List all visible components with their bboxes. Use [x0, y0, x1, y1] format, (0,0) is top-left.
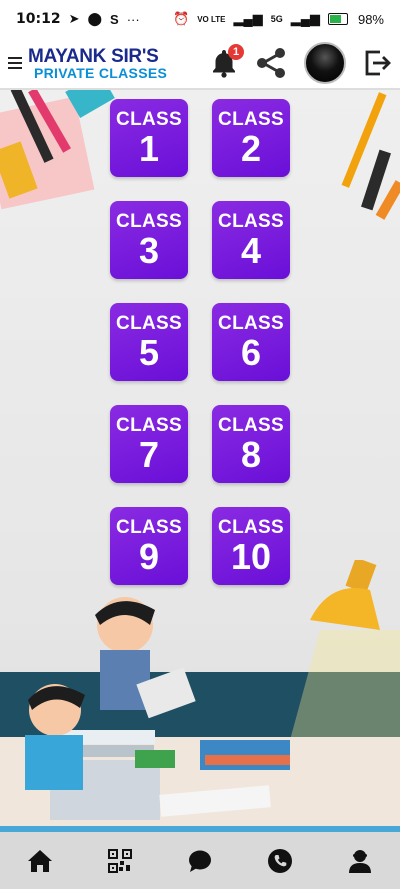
class-word: CLASS	[116, 312, 182, 334]
location-icon: ⬤	[87, 11, 103, 26]
logout-icon[interactable]	[362, 48, 392, 78]
notification-button[interactable]: 1	[210, 44, 244, 78]
class-number: 10	[230, 535, 272, 577]
class-button-9[interactable]: CLASS 9	[110, 507, 188, 585]
class-word: CLASS	[218, 210, 284, 232]
telegram-icon: ➤	[68, 11, 80, 26]
class-grid: CLASS 1 CLASS 2 CLASS 3 CLASS 4 CLASS 5 …	[110, 99, 292, 585]
5g-label: 5G	[270, 14, 283, 24]
notification-badge: 1	[228, 44, 244, 60]
class-button-10[interactable]: CLASS 10	[212, 507, 290, 585]
class-number: 6	[240, 331, 262, 373]
class-button-5[interactable]: CLASS 5	[110, 303, 188, 381]
class-word: CLASS	[218, 108, 284, 130]
class-number: 8	[240, 433, 262, 475]
lte-label: VO LTE	[197, 14, 226, 24]
pencil-illustration	[341, 92, 400, 220]
stationery-illustration	[0, 90, 115, 210]
avatar[interactable]	[304, 42, 346, 84]
class-number: 1	[138, 127, 160, 169]
desk-lamp-illustration	[290, 560, 400, 740]
class-number: 5	[138, 331, 160, 373]
status-bar: 10:12 ➤ ⬤ S ··· ⏰ VO LTE ▂▄▆ 5G ▂▄▆ 98%	[0, 0, 400, 38]
nav-qr[interactable]	[100, 841, 140, 881]
battery-icon	[327, 13, 348, 25]
app-header: MAYANK SIR'S PRIVATE CLASSES 1	[0, 38, 400, 90]
battery-percent: 98%	[357, 11, 384, 27]
status-right: ⏰ VO LTE ▂▄▆ 5G ▂▄▆ 98%	[173, 11, 384, 27]
bottom-nav	[0, 832, 400, 889]
nav-profile[interactable]	[340, 841, 380, 881]
class-button-7[interactable]: CLASS 7	[110, 405, 188, 483]
nav-home[interactable]	[20, 841, 60, 881]
brand-title: MAYANK SIR'S	[28, 45, 159, 67]
brand-subtitle: PRIVATE CLASSES	[34, 64, 168, 81]
status-left: 10:12 ➤ ⬤ S ···	[16, 11, 140, 27]
class-word: CLASS	[218, 516, 284, 538]
class-word: CLASS	[116, 210, 182, 232]
nav-call[interactable]	[260, 841, 300, 881]
class-button-2[interactable]: CLASS 2	[212, 99, 290, 177]
class-button-4[interactable]: CLASS 4	[212, 201, 290, 279]
header-actions: 1	[210, 42, 392, 84]
qr-code-icon	[108, 848, 132, 873]
menu-icon[interactable]	[8, 57, 22, 69]
brand-logo: MAYANK SIR'S PRIVATE CLASSES	[28, 47, 167, 80]
home-icon	[28, 849, 52, 872]
class-number: 7	[138, 433, 160, 475]
class-button-1[interactable]: CLASS 1	[110, 99, 188, 177]
class-number: 2	[240, 127, 262, 169]
phone-icon	[268, 848, 292, 873]
class-button-8[interactable]: CLASS 8	[212, 405, 290, 483]
user-icon	[349, 849, 371, 873]
class-word: CLASS	[116, 516, 182, 538]
status-letter: S	[110, 11, 119, 27]
class-number: 9	[138, 535, 160, 577]
class-word: CLASS	[116, 108, 182, 130]
signal-icon: ▂▄▆	[233, 11, 263, 26]
class-number: 4	[240, 229, 262, 271]
class-word: CLASS	[218, 414, 284, 436]
signal-icon-2: ▂▄▆	[290, 11, 320, 26]
share-icon[interactable]	[254, 46, 288, 80]
status-time: 10:12	[16, 11, 61, 27]
nav-chat[interactable]	[180, 841, 220, 881]
class-number: 3	[138, 229, 160, 271]
class-word: CLASS	[218, 312, 284, 334]
alarm-icon: ⏰	[173, 11, 190, 26]
kids-reading-illustration	[25, 597, 290, 820]
more-dots: ···	[126, 11, 140, 27]
class-button-6[interactable]: CLASS 6	[212, 303, 290, 381]
main-content: CLASS 1 CLASS 2 CLASS 3 CLASS 4 CLASS 5 …	[0, 90, 400, 832]
class-button-3[interactable]: CLASS 3	[110, 201, 188, 279]
class-word: CLASS	[116, 414, 182, 436]
chat-icon	[189, 850, 211, 872]
